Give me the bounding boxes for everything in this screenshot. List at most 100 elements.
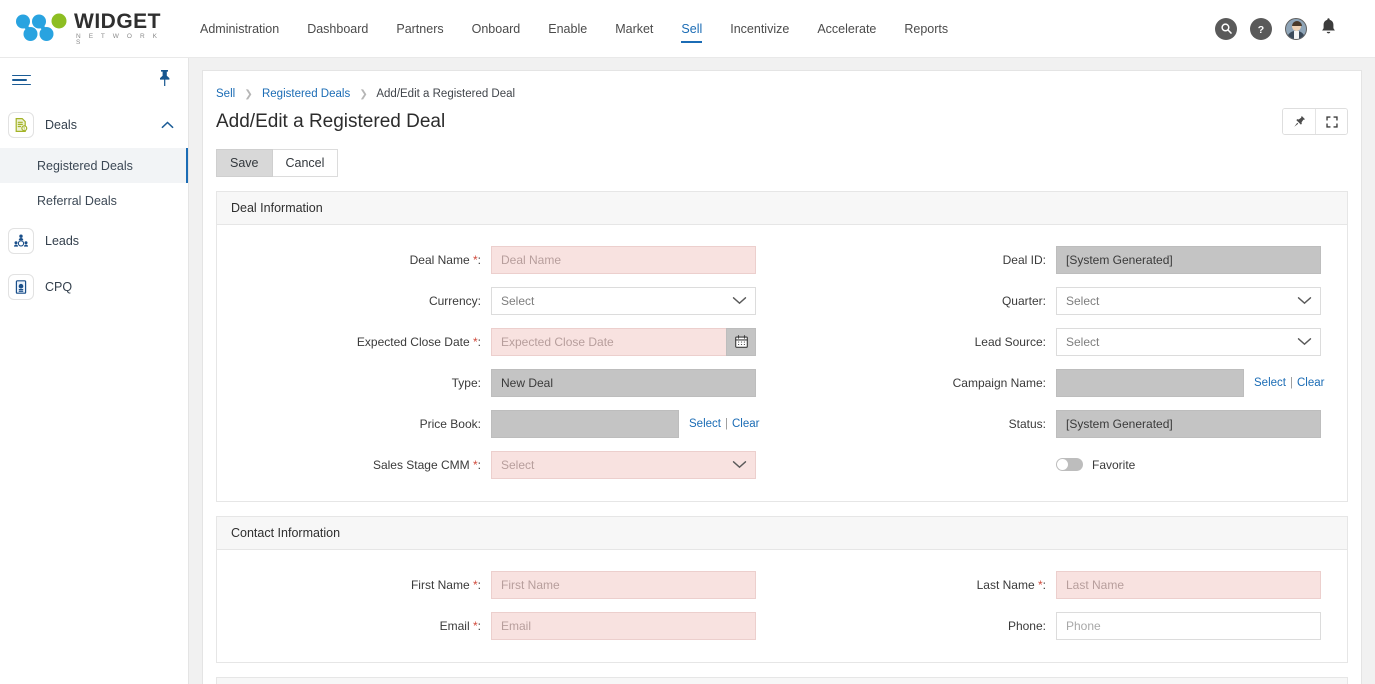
phone-input[interactable]: Phone [1056,611,1321,640]
nav-item-incentivize[interactable]: Incentivize [716,0,803,57]
form-row: Type: New Deal Campaign Name: Select | Cle… [217,362,1347,403]
nav-item-sell[interactable]: Sell [667,0,716,57]
contact-information-body: First Name *: First Name Last Name *: La… [217,550,1347,662]
field-phone: Phone: Phone [782,605,1347,646]
pin-window-button[interactable] [1283,109,1315,134]
price-book-clear-link[interactable]: Clear [732,418,759,430]
favorite-toggle-wrap: Favorite [1056,458,1135,472]
field-quarter: Quarter: Select [782,280,1347,321]
sidebar-item-leads-label: Leads [45,234,80,248]
deal-name-input[interactable]: Deal Name [491,245,756,274]
campaign-name-links: Select | Clear [1254,376,1325,389]
sidebar-item-registered-deals[interactable]: Registered Deals [0,148,188,183]
field-last-name: Last Name *: Last Name [782,564,1347,605]
phone-label: Phone: [1007,618,1046,633]
deal-information-title: Deal Information [217,192,1347,225]
field-currency: Currency: Select [217,280,782,321]
user-avatar[interactable] [1285,17,1307,40]
first-name-input[interactable]: First Name [491,570,756,599]
field-favorite: Favorite [782,444,1347,485]
nav-item-partners[interactable]: Partners [382,0,457,57]
sidebar-item-deals[interactable]: $ Deals [0,102,188,148]
leads-people-icon [8,228,34,254]
form-row: Sales Stage CMM *: Select Favorite [217,444,1347,485]
campaign-select-link[interactable]: Select [1254,377,1286,389]
company-information-title: Company Information [217,678,1347,684]
sidebar-item-cpq[interactable]: CPQ [0,264,188,310]
status-label: Status: [1008,416,1046,431]
nav-item-enable[interactable]: Enable [534,0,601,57]
field-type: Type: New Deal [217,362,782,403]
form-actions: Save Cancel [216,149,1348,177]
last-name-label: Last Name *: [976,577,1046,592]
sidebar-item-referral-deals-label: Referral Deals [37,193,117,208]
calendar-icon[interactable] [726,327,756,356]
pin-icon[interactable] [157,69,172,92]
field-lead-source: Lead Source: Select [782,321,1347,362]
lead-source-value: Select [1066,334,1100,349]
favorite-label: Favorite [1092,457,1136,472]
currency-label: Currency: [428,293,481,308]
window-buttons [1282,108,1348,135]
chevron-down-icon [732,461,747,469]
expected-close-date-input[interactable]: Expected Close Date [491,327,726,356]
save-button[interactable]: Save [216,149,273,177]
nav-item-market[interactable]: Market [601,0,667,57]
nav-item-dashboard[interactable]: Dashboard [293,0,382,57]
campaign-clear-link[interactable]: Clear [1297,377,1324,389]
nav-item-administration[interactable]: Administration [186,0,293,57]
document-deals-icon: $ [8,112,34,138]
sidebar-header [0,58,188,102]
field-email: Email *: Email [217,605,782,646]
field-sales-stage-cmm: Sales Stage CMM *: Select [217,444,782,485]
widget-logo-icon [16,13,67,41]
sales-stage-cmm-select[interactable]: Select [491,450,756,479]
cancel-button[interactable]: Cancel [272,149,339,177]
field-expected-close-date: Expected Close Date *: Expected Close Da… [217,321,782,362]
field-deal-id: Deal ID: [System Generated] [782,239,1347,280]
nav-item-reports[interactable]: Reports [890,0,962,57]
form-row: Email *: Email Phone: Phone [217,605,1347,646]
deal-information-body: Deal Name *: Deal Name Deal ID: [System … [217,225,1347,501]
form-row: Currency: Select Quarter: Select [217,280,1347,321]
quarter-select[interactable]: Select [1056,286,1321,315]
nav-item-onboard[interactable]: Onboard [458,0,535,57]
sidebar-item-registered-deals-label: Registered Deals [37,158,133,173]
bell-icon[interactable] [1320,17,1337,41]
email-label: Email *: [439,618,481,633]
svg-text:$: $ [23,127,25,131]
status-input: [System Generated] [1056,409,1321,438]
breadcrumb-sell[interactable]: Sell [216,88,235,100]
help-icon[interactable]: ? [1250,17,1272,40]
form-row: Price Book: Select | Clear Status: [System… [217,403,1347,444]
email-input[interactable]: Email [491,611,756,640]
page-header: Add/Edit a Registered Deal [216,108,1348,135]
last-name-input[interactable]: Last Name [1056,570,1321,599]
nav-item-accelerate[interactable]: Accelerate [803,0,890,57]
chevron-up-icon[interactable] [161,116,174,134]
hamburger-icon[interactable] [12,72,31,89]
deal-name-label: Deal Name *: [409,252,481,267]
deal-id-input: [System Generated] [1056,245,1321,274]
price-book-select-link[interactable]: Select [689,418,721,430]
sidebar-item-leads[interactable]: Leads [0,218,188,264]
price-book-label: Price Book: [419,416,481,431]
expected-close-date-label: Expected Close Date *: [356,334,481,349]
breadcrumb-separator-icon: ❯ [359,89,368,100]
quarter-label: Quarter: [1001,293,1046,308]
sidebar-item-deals-label: Deals [45,118,77,132]
chevron-down-icon [1297,297,1312,305]
favorite-toggle[interactable] [1056,458,1083,471]
lead-source-select[interactable]: Select [1056,327,1321,356]
breadcrumb-registered-deals[interactable]: Registered Deals [262,88,350,100]
deal-id-label: Deal ID: [1002,252,1046,267]
sidebar-item-referral-deals[interactable]: Referral Deals [0,183,188,218]
currency-select[interactable]: Select [491,286,756,315]
campaign-name-input [1056,368,1244,397]
type-input: New Deal [491,368,756,397]
brand-name: WIDGET [74,9,161,33]
brand-logo[interactable]: WIDGET N E T W O R K S [14,11,166,47]
search-icon[interactable] [1215,17,1237,40]
app-shell: $ Deals Registered Deals Referral Deals [0,58,1375,684]
expand-window-button[interactable] [1315,109,1347,134]
